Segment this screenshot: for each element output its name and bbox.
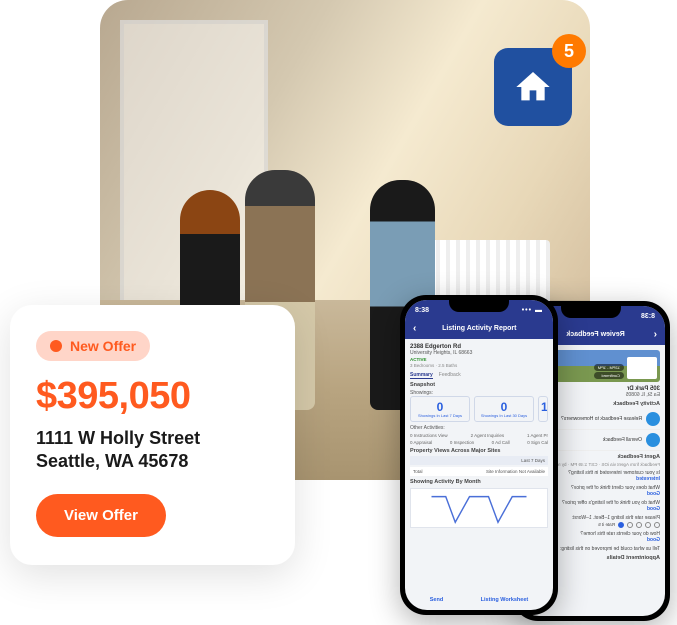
views-last7: Last 7 Days	[521, 458, 545, 463]
views-header-row: Last 7 Days	[410, 456, 548, 465]
stat2-value: 0	[477, 400, 531, 414]
footer-worksheet-button[interactable]: Listing Worksheet	[481, 597, 529, 603]
act-r2d: 0 Sign Cal	[527, 440, 548, 445]
listing-meta: 3 Bedrooms · 2.5 Baths	[410, 363, 548, 368]
offer-address-line1: 1111 W Holly Street	[36, 428, 269, 449]
status-time: 8:38	[641, 313, 655, 320]
phone-front-body: 2388 Edgerton Rd University Heights, IL …	[405, 339, 553, 533]
act-r1a: 0 Instructions View	[410, 433, 448, 438]
property-views-label: Property Views Across Major Sites	[410, 448, 548, 454]
act-r2b: 0 Inspection	[450, 440, 474, 445]
notification-count-badge: 5	[552, 34, 586, 68]
stat1-value: 0	[413, 400, 467, 414]
status-tag: Confirmed	[594, 372, 624, 379]
front-address-line2: University Heights, IL 68663	[410, 350, 548, 356]
share-icon	[646, 412, 660, 426]
status-indicators-icon: ••• ▬	[522, 307, 543, 314]
activity-chart	[410, 488, 548, 528]
stat-boxes: 0 Showings In Last 7 Days 0 Showings In …	[410, 396, 548, 422]
back-chevron-icon[interactable]: ‹	[650, 329, 661, 340]
other-activities-label: Other Activities:	[410, 425, 548, 431]
tab-summary[interactable]: Summary	[410, 372, 433, 379]
act-r1c: 1 Agent Pr	[527, 433, 548, 438]
views-total: Total	[413, 469, 423, 474]
stat-showings-30d: 0 Showings In Last 30 Days	[474, 396, 534, 422]
house-icon	[513, 67, 553, 107]
stat-showings-7d: 0 Showings In Last 7 Days	[410, 396, 470, 422]
monthly-activity-label: Showing Activity By Month	[410, 479, 548, 485]
listing-status: ACTIVE	[410, 357, 548, 362]
app-icon-badge[interactable]: 5	[494, 48, 572, 126]
offer-price: $395,050	[36, 375, 269, 418]
back-chevron-icon[interactable]: ‹	[409, 323, 420, 334]
offer-address-line2: Seattle, WA 45678	[36, 451, 269, 472]
stat1-label: Showings In Last 7 Days	[413, 414, 467, 418]
phone-front-header: ‹ Listing Activity Report	[405, 318, 553, 339]
time-tag: 12PM - 1PM	[594, 364, 624, 371]
snapshot-label: Snapshot	[410, 382, 548, 388]
views-total-row: Total Site Information Not Available	[410, 467, 548, 476]
photo-thumbnail	[627, 357, 657, 379]
act-r2a: 0 Appraisal	[410, 440, 432, 445]
release-feedback-label: Release Feedback to Homeowners?	[561, 416, 642, 422]
status-dot-icon	[50, 340, 62, 352]
stat2-label: Showings In Last 30 Days	[477, 414, 531, 418]
offer-card: New Offer $395,050 1111 W Holly Street S…	[10, 305, 295, 565]
phone-front: 8:38 ••• ▬ ‹ Listing Activity Report 238…	[400, 295, 558, 615]
views-info: Site Information Not Available	[486, 469, 545, 474]
feedback-icon	[646, 433, 660, 447]
stat3-value: 1	[541, 400, 545, 414]
new-offer-label: New Offer	[70, 338, 136, 354]
overall-feedback-label: Overall Feedback	[603, 437, 642, 443]
view-offer-button[interactable]: View Offer	[36, 494, 166, 537]
phone-back-title: Review Feedback	[566, 331, 624, 338]
phone-footer: Send Listing Worksheet	[405, 594, 553, 606]
act-r1b: 2 Agent Inquiries	[471, 433, 505, 438]
tab-feedback[interactable]: Feedback	[439, 372, 461, 379]
tabs: Summary Feedback	[410, 372, 548, 379]
phone-front-screen: 8:38 ••• ▬ ‹ Listing Activity Report 238…	[405, 300, 553, 610]
act-r2c: 0 Ad Call	[492, 440, 510, 445]
stat-partial: 1	[538, 396, 548, 422]
phone-front-title: Listing Activity Report	[442, 325, 516, 332]
q4-answer: Rate it 5	[598, 522, 615, 528]
status-time: 8:38	[415, 307, 429, 314]
footer-send-button[interactable]: Send	[430, 597, 443, 603]
new-offer-pill: New Offer	[36, 331, 150, 361]
phone-previews: 8:38 ••• ▬ ‹ Review Feedback 🎤 12PM - 1P…	[400, 295, 675, 625]
header-spacer	[538, 323, 549, 334]
